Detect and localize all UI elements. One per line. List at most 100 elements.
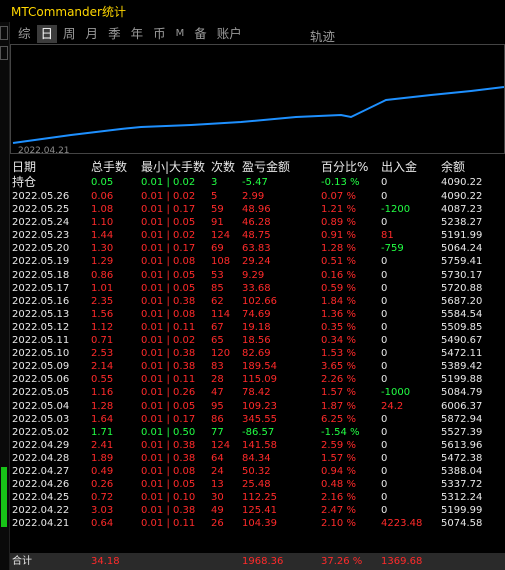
table-row[interactable]: 2022.05.12 1.12 0.01 | 0.11 67 19.18 0.35 % 0 5… (10, 321, 505, 334)
cell-balance: 5527.39 (441, 426, 483, 438)
cell-date: 2022.05.06 (12, 374, 70, 386)
total-row: 合计 34.18 1968.36 37.26 % 1369.68 (10, 553, 505, 570)
cell-flow: -759 (381, 243, 404, 255)
cell-pnl: 102.66 (242, 295, 277, 307)
header-lots[interactable]: 总手数 (91, 160, 127, 175)
header-minmax[interactable]: 最小|大手数 (141, 160, 205, 175)
header-pct[interactable]: 百分比% (321, 160, 368, 175)
table-row[interactable]: 2022.04.28 1.89 0.01 | 0.38 64 84.34 1.57 % 0 5… (10, 452, 505, 465)
cell-minmax: 0.01 | 0.50 (141, 426, 196, 438)
cell-pnl: 29.24 (242, 256, 271, 268)
cell-flow: 0 (381, 269, 388, 281)
tab-3[interactable]: 月 (82, 25, 103, 43)
header-date[interactable]: 日期 (12, 160, 36, 175)
table-row[interactable]: 2022.05.02 1.71 0.01 | 0.50 77 -86.57 -1.54 %… (10, 426, 505, 439)
cell-date: 2022.04.25 (12, 492, 70, 504)
table-row[interactable]: 2022.05.10 2.53 0.01 | 0.38 120 82.69 1.53 % 0… (10, 347, 505, 360)
cell-lots: 1.16 (91, 387, 114, 399)
cell-count: 124 (211, 230, 231, 242)
period-tabs: 综日周月季年币 M 备账户 (14, 23, 248, 45)
tab-1[interactable]: 日 (36, 25, 58, 43)
table-row[interactable]: 2022.04.26 0.26 0.01 | 0.05 13 25.48 0.48 % 0 5… (10, 478, 505, 491)
table-row[interactable]: 2022.04.21 0.64 0.01 | 0.11 26 104.39 2.10 % 4… (10, 517, 505, 530)
cell-minmax: 0.01 | 0.26 (141, 387, 196, 399)
cell-date: 2022.05.11 (12, 335, 70, 347)
table-row[interactable]: 2022.05.24 1.10 0.01 | 0.05 91 46.28 0.89 % 0 5… (10, 216, 505, 229)
stats-table: 日期 总手数 最小|大手数 次数 盈亏金额 百分比% 出入金 余额 持仓 0.0… (10, 160, 505, 530)
table-row[interactable]: 2022.05.06 0.55 0.01 | 0.11 28 115.09 2.26 % 0… (10, 373, 505, 386)
table-row[interactable]: 2022.05.18 0.86 0.01 | 0.05 53 9.29 0.16 % 0 57… (10, 269, 505, 282)
table-row[interactable]: 2022.05.03 1.64 0.01 | 0.17 86 345.55 6.25 % 0… (10, 413, 505, 426)
side-panel-box (0, 46, 8, 60)
cell-pct: 1.36 % (321, 308, 356, 320)
cell-count: 69 (211, 243, 224, 255)
table-row[interactable]: 2022.05.19 1.29 0.01 | 0.08 108 29.24 0.51 % 0… (10, 255, 505, 268)
cell-date: 2022.05.23 (12, 230, 70, 242)
cell-flow: 0 (381, 374, 388, 386)
cell-pct: 2.47 % (321, 505, 356, 517)
cell-count: 49 (211, 505, 224, 517)
total-lots: 34.18 (91, 556, 120, 567)
position-row[interactable]: 持仓 0.05 0.01 | 0.02 3 -5.47 -0.13 % 0 40… (10, 175, 505, 190)
table-row[interactable]: 2022.05.26 0.06 0.01 | 0.02 5 2.99 0.07 % 0 409… (10, 190, 505, 203)
tab-track[interactable]: 轨迹 (310, 26, 335, 45)
cell-balance: 5490.67 (441, 335, 483, 347)
tab-4[interactable]: 季 (104, 25, 125, 43)
cell-flow: 4223.48 (381, 518, 423, 530)
cell-flow: 0 (381, 308, 388, 320)
cell-pct: 0.91 % (321, 230, 356, 242)
cell-count: 83 (211, 361, 224, 373)
table-row[interactable]: 2022.05.04 1.28 0.01 | 0.05 95 109.23 1.87 % 2… (10, 400, 505, 413)
tab-7[interactable]: M (172, 25, 189, 43)
left-side-panel (0, 22, 10, 570)
table-row[interactable]: 2022.05.05 1.16 0.01 | 0.26 47 78.42 1.57 % -1… (10, 386, 505, 399)
header-flow[interactable]: 出入金 (381, 160, 417, 175)
cell-flow: 0 (381, 191, 388, 202)
position-pct: -0.13 % (321, 177, 360, 188)
cell-balance: 5509.85 (441, 321, 483, 333)
header-balance[interactable]: 余额 (441, 160, 465, 175)
table-row[interactable]: 2022.05.13 1.56 0.01 | 0.08 114 74.69 1.36 % 0… (10, 308, 505, 321)
cell-flow: 0 (381, 282, 388, 294)
table-row[interactable]: 2022.05.16 2.35 0.01 | 0.38 62 102.66 1.84 % 0… (10, 295, 505, 308)
header-pnl[interactable]: 盈亏金额 (242, 160, 290, 175)
tab-9[interactable]: 账户 (213, 25, 246, 43)
cell-lots: 1.29 (91, 256, 114, 268)
table-row[interactable]: 2022.05.11 0.71 0.01 | 0.02 65 18.56 0.34 % 0 5… (10, 334, 505, 347)
cell-pnl: 50.32 (242, 465, 271, 477)
cell-flow: 24.2 (381, 400, 404, 412)
table-row[interactable]: 2022.04.29 2.41 0.01 | 0.38 124 141.58 2.59 %… (10, 439, 505, 452)
cell-count: 13 (211, 479, 224, 491)
cell-minmax: 0.01 | 0.05 (141, 282, 196, 294)
tab-0[interactable]: 综 (14, 25, 35, 43)
cell-flow: 0 (381, 348, 388, 360)
cell-minmax: 0.01 | 0.11 (141, 518, 196, 530)
cell-flow: 0 (381, 465, 388, 477)
table-row[interactable]: 2022.04.22 3.03 0.01 | 0.38 49 125.41 2.47 % 0… (10, 504, 505, 517)
cell-flow: 0 (381, 439, 388, 451)
cell-count: 30 (211, 492, 224, 504)
table-row[interactable]: 2022.05.09 2.14 0.01 | 0.38 83 189.54 3.65 % 0… (10, 360, 505, 373)
table-row[interactable]: 2022.04.25 0.72 0.01 | 0.10 30 112.25 2.16 % 0… (10, 491, 505, 504)
header-count[interactable]: 次数 (211, 160, 235, 175)
cell-date: 2022.05.19 (12, 256, 70, 268)
cell-minmax: 0.01 | 0.05 (141, 217, 196, 229)
cell-flow: 0 (381, 452, 388, 464)
table-row[interactable]: 2022.05.17 1.01 0.01 | 0.05 85 33.68 0.59 % 0 5… (10, 282, 505, 295)
table-row[interactable]: 2022.05.25 1.08 0.01 | 0.17 59 48.96 1.21 % -1… (10, 203, 505, 216)
cell-minmax: 0.01 | 0.08 (141, 308, 196, 320)
table-row[interactable]: 2022.04.27 0.49 0.01 | 0.08 24 50.32 0.94 % 0 5… (10, 465, 505, 478)
title-bar: MTCommander统计 (0, 0, 505, 22)
cell-minmax: 0.01 | 0.38 (141, 452, 196, 464)
tab-6[interactable]: 币 (149, 25, 170, 43)
table-row[interactable]: 2022.05.20 1.30 0.01 | 0.17 69 63.83 1.28 % -7… (10, 242, 505, 255)
cell-pct: 0.59 % (321, 282, 356, 294)
cell-flow: 0 (381, 321, 388, 333)
table-row[interactable]: 2022.05.23 1.44 0.01 | 0.02 124 48.75 0.91 % 8… (10, 229, 505, 242)
cell-lots: 1.01 (91, 282, 114, 294)
cell-balance: 6006.37 (441, 400, 483, 412)
tab-8[interactable]: 备 (190, 25, 211, 43)
position-count: 3 (211, 177, 218, 188)
tab-2[interactable]: 周 (59, 25, 80, 43)
tab-5[interactable]: 年 (127, 25, 148, 43)
